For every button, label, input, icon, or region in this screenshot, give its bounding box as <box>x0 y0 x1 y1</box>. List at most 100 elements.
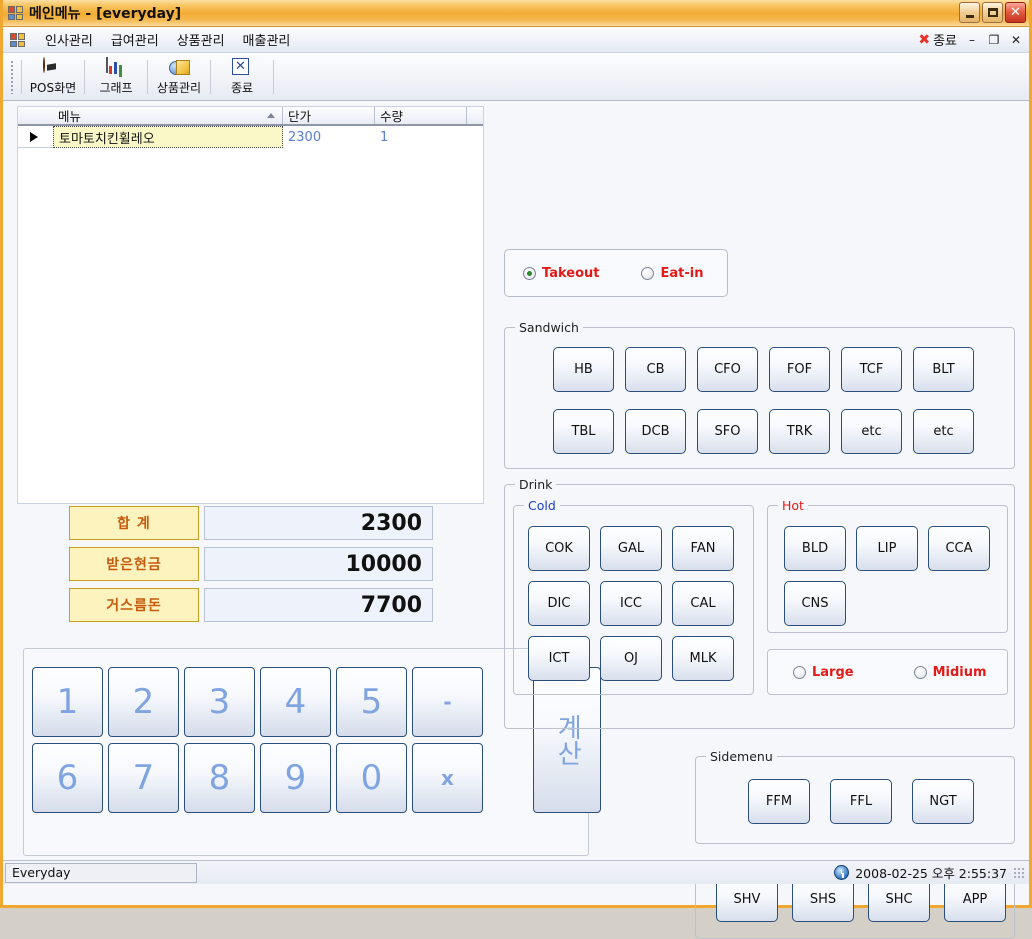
menubar-right-controls: ✖ 종료 – ❐ ✕ <box>918 30 1023 50</box>
drink-button-oj[interactable]: OJ <box>600 636 662 681</box>
drink-button-dic[interactable]: DIC <box>528 581 590 626</box>
window-app-icon <box>8 5 24 21</box>
key-9[interactable]: 9 <box>260 743 331 813</box>
sandwich-button-sfo[interactable]: SFO <box>697 409 758 454</box>
titlebar: 메인메뉴 - [everyday] ✕ <box>3 0 1029 27</box>
toolbar: POS화면 그래프 상품관리 ✕ 종료 <box>3 53 1029 101</box>
drink-button-lip[interactable]: LIP <box>856 526 918 571</box>
menu-item-payroll[interactable]: 급여관리 <box>102 27 168 52</box>
key-7[interactable]: 7 <box>108 743 179 813</box>
row-selector-header <box>18 107 53 124</box>
sidemenu-button-ffl[interactable]: FFL <box>830 779 892 824</box>
mdi-close-button[interactable]: ✕ <box>1009 33 1023 47</box>
cell-qty[interactable]: 1 <box>375 126 467 148</box>
window-controls: ✕ <box>959 2 1026 23</box>
toolbar-separator <box>84 59 85 94</box>
cell-menu[interactable]: 토마토치킨휠레오 <box>53 126 283 148</box>
menu-item-sales[interactable]: 매출관리 <box>234 27 300 52</box>
keypad-grid: 1 2 3 4 5 - 6 7 8 9 0 x <box>32 667 487 813</box>
column-header-menu[interactable]: 메뉴 <box>53 107 283 124</box>
maximize-button[interactable] <box>982 2 1003 23</box>
key-5[interactable]: 5 <box>336 667 407 737</box>
column-header-qty-label: 수량 <box>380 109 404 124</box>
total-value-cash[interactable]: 10000 <box>204 547 433 581</box>
drink-button-cok[interactable]: COK <box>528 526 590 571</box>
sandwich-button-cb[interactable]: CB <box>625 347 686 392</box>
key-multiply[interactable]: x <box>412 743 483 813</box>
sandwich-button-trk[interactable]: TRK <box>769 409 830 454</box>
radio-takeout-icon[interactable] <box>523 266 536 280</box>
drink-button-mlk[interactable]: MLK <box>672 636 734 681</box>
radio-midium-icon[interactable] <box>913 665 927 679</box>
column-header-qty[interactable]: 수량 <box>375 107 467 124</box>
close-button[interactable]: ✕ <box>1005 2 1026 23</box>
key-8[interactable]: 8 <box>184 743 255 813</box>
table-row[interactable]: 토마토치킨휠레오 2300 1 <box>18 126 483 148</box>
radio-large[interactable]: Large <box>793 665 854 680</box>
mdi-minimize-button[interactable]: – <box>965 33 979 47</box>
sidemenu-button-ngt[interactable]: NGT <box>912 779 974 824</box>
drink-button-icc[interactable]: ICC <box>600 581 662 626</box>
sandwich-button-dcb[interactable]: DCB <box>625 409 686 454</box>
toolbar-grip[interactable] <box>10 59 14 94</box>
total-value-change[interactable]: 7700 <box>204 588 433 622</box>
toolbar-button-exit[interactable]: ✕ 종료 <box>213 55 271 99</box>
order-type-panel: Takeout Eat-in <box>504 249 728 297</box>
toolbar-button-products[interactable]: 상품관리 <box>150 55 208 99</box>
menu-item-hr[interactable]: 인사관리 <box>36 27 102 52</box>
sidemenu-button-ffm[interactable]: FFM <box>748 779 810 824</box>
cold-legend: Cold <box>524 498 560 513</box>
key-3[interactable]: 3 <box>184 667 255 737</box>
toolbar-button-pos[interactable]: POS화면 <box>24 55 82 99</box>
key-1[interactable]: 1 <box>32 667 103 737</box>
key-0[interactable]: 0 <box>336 743 407 813</box>
key-2[interactable]: 2 <box>108 667 179 737</box>
drink-button-bld[interactable]: BLD <box>784 526 846 571</box>
resize-grip[interactable] <box>1013 866 1025 879</box>
total-row-change: 거스름돈 7700 <box>69 588 433 622</box>
column-header-price-label: 단가 <box>288 109 312 124</box>
drink-button-gal[interactable]: GAL <box>600 526 662 571</box>
statusbar: Everyday 2008-02-25 오후 2:55:37 <box>3 860 1029 884</box>
sandwich-button-fof[interactable]: FOF <box>769 347 830 392</box>
drink-size-group: Large Midium <box>767 649 1008 695</box>
drink-button-cns[interactable]: CNS <box>784 581 846 626</box>
radio-large-icon[interactable] <box>793 665 806 679</box>
radio-eatin[interactable]: Eat-in <box>641 266 703 281</box>
toolbar-separator <box>147 59 148 94</box>
sandwich-button-tcf[interactable]: TCF <box>841 347 902 392</box>
sandwich-button-blt[interactable]: BLT <box>913 347 974 392</box>
total-value-sum[interactable]: 2300 <box>204 506 433 540</box>
key-minus[interactable]: - <box>412 667 483 737</box>
total-label-sum: 합 계 <box>69 506 199 540</box>
mdi-restore-button[interactable]: ❐ <box>987 33 1001 47</box>
sandwich-button-etc-1[interactable]: etc <box>841 409 902 454</box>
toolbar-button-graph[interactable]: 그래프 <box>87 55 145 99</box>
toolbar-label-graph: 그래프 <box>99 80 133 95</box>
column-header-price[interactable]: 단가 <box>283 107 375 124</box>
menu-item-products[interactable]: 상품관리 <box>168 27 234 52</box>
status-datetime: 2008-02-25 오후 2:55:37 <box>855 866 1007 881</box>
order-grid[interactable]: 메뉴 단가 수량 토마토치킨휠레오 2300 1 <box>17 106 484 504</box>
cell-price[interactable]: 2300 <box>283 126 375 148</box>
key-6[interactable]: 6 <box>32 743 103 813</box>
menubar-exit-button[interactable]: ✖ 종료 <box>918 30 957 50</box>
drink-button-fan[interactable]: FAN <box>672 526 734 571</box>
drink-button-ict[interactable]: ICT <box>528 636 590 681</box>
red-x-icon: ✖ <box>918 31 931 48</box>
row-selector[interactable] <box>18 126 53 148</box>
total-label-change: 거스름돈 <box>69 588 199 622</box>
sandwich-button-etc-2[interactable]: etc <box>913 409 974 454</box>
radio-eatin-icon[interactable] <box>641 266 655 280</box>
sandwich-button-cfo[interactable]: CFO <box>697 347 758 392</box>
radio-takeout[interactable]: Takeout <box>523 266 599 281</box>
minimize-button[interactable] <box>959 2 980 23</box>
sandwich-button-tbl[interactable]: TBL <box>553 409 614 454</box>
radio-midium[interactable]: Midium <box>913 665 987 680</box>
sandwich-legend: Sandwich <box>515 320 583 335</box>
sandwich-button-hb[interactable]: HB <box>553 347 614 392</box>
drink-button-cca[interactable]: CCA <box>928 526 990 571</box>
key-4[interactable]: 4 <box>260 667 331 737</box>
order-grid-header: 메뉴 단가 수량 <box>18 107 483 126</box>
drink-button-cal[interactable]: CAL <box>672 581 734 626</box>
